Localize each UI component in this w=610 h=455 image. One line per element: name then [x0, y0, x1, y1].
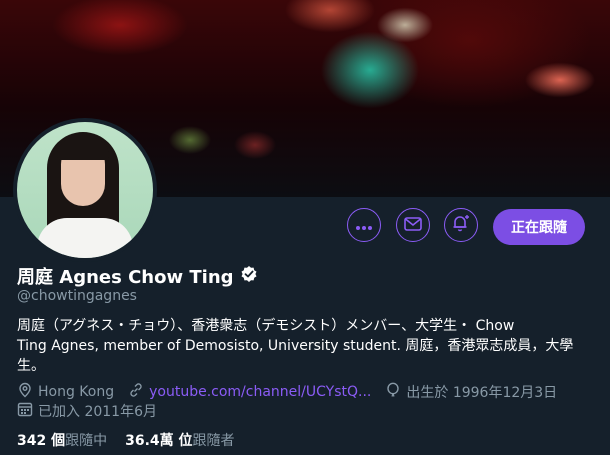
bio-line: 周庭（アグネス・チョウ）、香港衆志（デモシスト）メンバー、大学生・ Chow [17, 318, 515, 334]
message-button[interactable] [396, 208, 430, 242]
profile-meta-row: Hong Kong youtube.com/channel/UCYstQ... … [17, 382, 571, 402]
location-icon [17, 382, 38, 402]
profile-name-text: 周庭 Agnes Chow Ting [17, 267, 234, 288]
bio-line: Ting Agnes, member of Demosisto, Univers… [17, 338, 574, 354]
following-label: 跟隨中 [65, 433, 108, 449]
followers-stat[interactable]: 36.4萬 位跟隨者 [125, 430, 234, 450]
profile-stats: 342 個跟隨中 36.4萬 位跟隨者 [17, 430, 253, 450]
birthday-item: 出生於 1996年12月3日 [385, 382, 557, 402]
website-link[interactable]: youtube.com/channel/UCYstQ... [149, 384, 371, 400]
more-icon [355, 216, 373, 235]
calendar-icon [17, 401, 38, 421]
joined-text: 已加入 2011年6月 [38, 404, 157, 420]
profile-bio: 周庭（アグネス・チョウ）、香港衆志（デモシスト）メンバー、大学生・ Chow T… [17, 316, 577, 376]
avatar-shirt [37, 218, 133, 258]
verified-icon [240, 265, 258, 288]
balloon-icon [385, 382, 406, 402]
location-item: Hong Kong [17, 382, 114, 402]
location-text: Hong Kong [38, 384, 115, 400]
bell-plus-icon [451, 213, 471, 237]
joined-row: 已加入 2011年6月 [17, 401, 171, 421]
more-button[interactable] [347, 208, 381, 242]
profile-name: 周庭 Agnes Chow Ting [17, 263, 258, 289]
following-stat[interactable]: 342 個跟隨中 [17, 430, 107, 450]
envelope-icon [404, 216, 422, 235]
avatar[interactable] [13, 118, 157, 262]
joined-item: 已加入 2011年6月 [17, 401, 157, 421]
followers-count: 36.4萬 位 [125, 433, 193, 449]
followers-label: 跟隨者 [192, 433, 235, 449]
following-button[interactable]: 正在跟隨 [493, 209, 585, 245]
website-item[interactable]: youtube.com/channel/UCYstQ... [128, 382, 371, 402]
avatar-bangs [57, 138, 109, 160]
bio-line: 生。 [17, 358, 45, 374]
notifications-button[interactable] [444, 208, 478, 242]
following-count: 342 個 [17, 433, 66, 449]
profile-handle: @chowtingagnes [17, 288, 137, 304]
link-icon [128, 382, 149, 402]
birthday-text: 出生於 1996年12月3日 [406, 385, 558, 401]
